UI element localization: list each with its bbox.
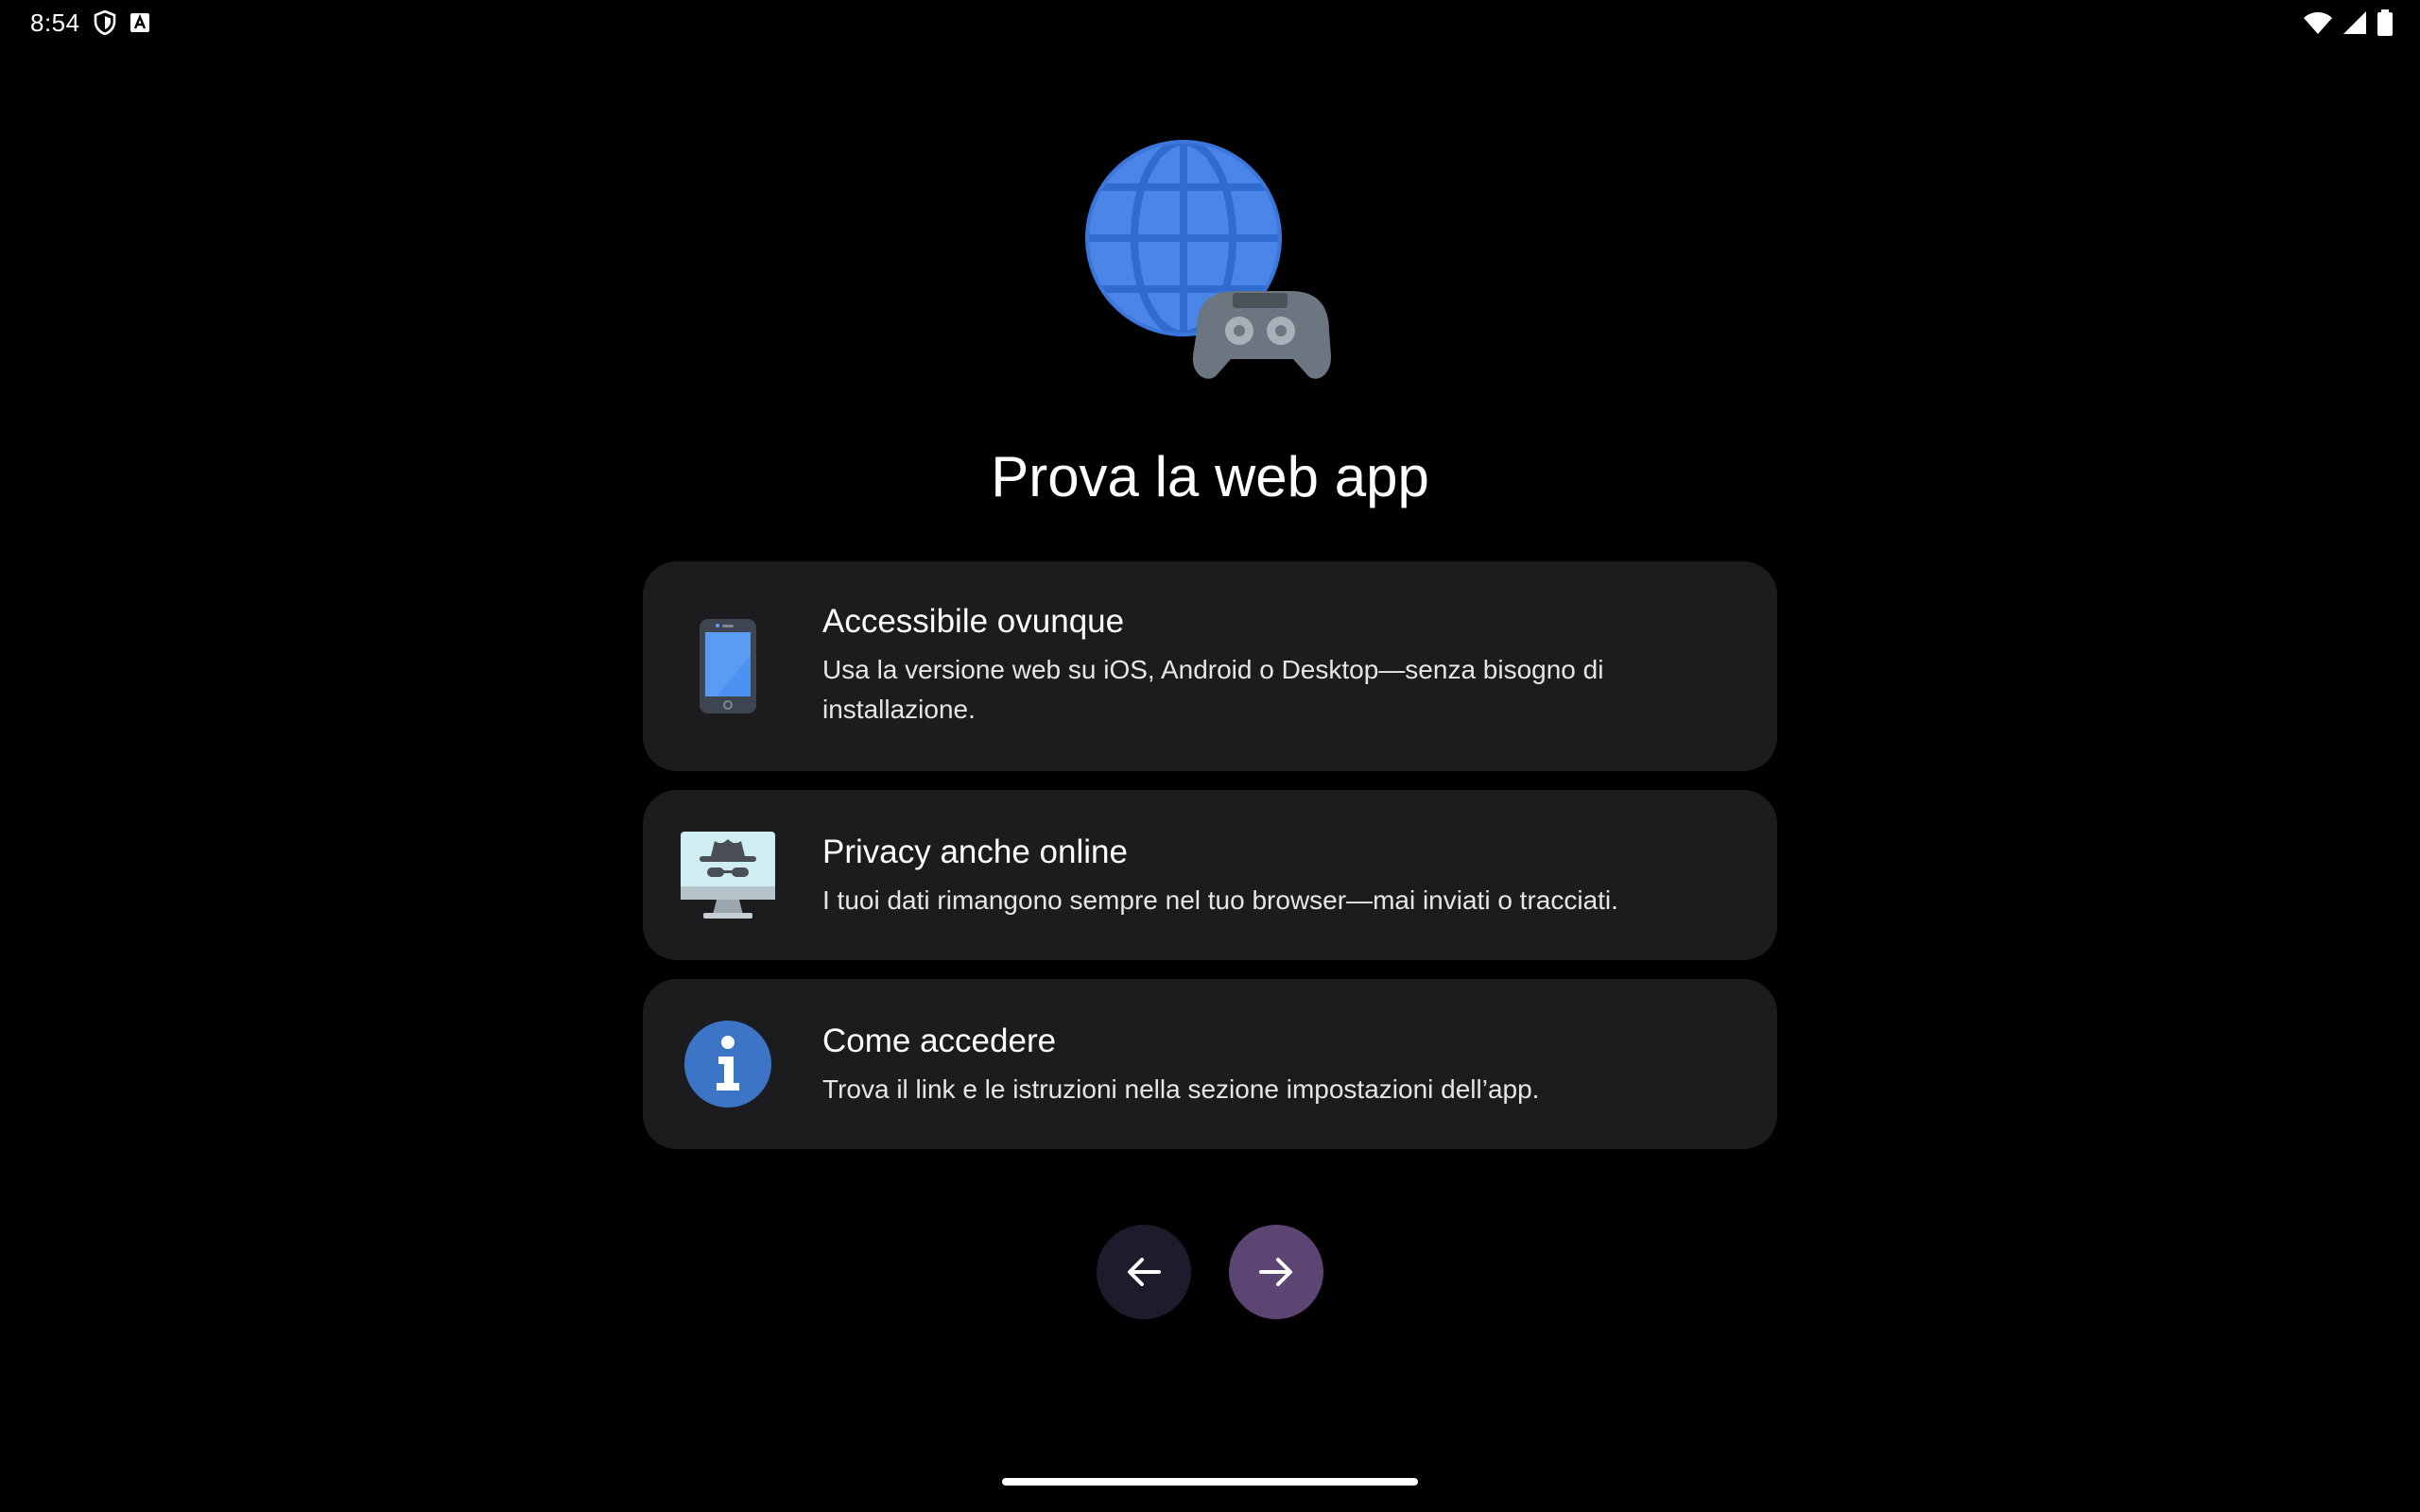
status-bar: 8:54 (0, 0, 2420, 45)
wifi-icon (2303, 10, 2333, 35)
hero-illustration (1078, 132, 1342, 397)
gamepad-icon (1192, 291, 1332, 379)
status-left: 8:54 (30, 6, 150, 40)
card-description: Trova il link e le istruzioni nella sezi… (822, 1074, 1540, 1104)
smartphone-icon (679, 617, 777, 715)
arrow-right-icon (1259, 1258, 1292, 1286)
shield-icon (94, 10, 116, 35)
feature-card-access: Come accedere Trova il link e le istruzi… (643, 979, 1777, 1149)
battery-icon (2377, 9, 2394, 36)
card-title: Come accedere (822, 1022, 1057, 1059)
page-title: Prova la web app (991, 445, 1429, 508)
card-description: Usa la versione web su iOS, Android o De… (822, 655, 1604, 724)
card-title: Privacy anche online (822, 833, 1128, 870)
status-right (2303, 8, 2394, 38)
keyboard-a-icon (130, 12, 150, 33)
next-button[interactable] (1229, 1225, 1323, 1319)
home-indicator[interactable] (1002, 1478, 1418, 1486)
status-time: 8:54 (30, 8, 80, 37)
card-text: Privacy anche online I tuoi dati rimango… (822, 832, 1720, 920)
back-button[interactable] (1097, 1225, 1191, 1319)
screen: 8:54 Prova la web app Accessibile ovunqu… (0, 0, 2420, 1512)
info-icon (679, 1015, 777, 1113)
signal-icon (2342, 10, 2367, 35)
feature-card-accessible: Accessibile ovunque Usa la versione web … (643, 561, 1777, 771)
card-text: Accessibile ovunque Usa la versione web … (822, 601, 1720, 730)
feature-card-privacy: Privacy anche online I tuoi dati rimango… (643, 790, 1777, 960)
globe-icon (1085, 140, 1332, 379)
card-title: Accessibile ovunque (822, 603, 1125, 640)
arrow-left-icon (1128, 1258, 1161, 1286)
card-text: Come accedere Trova il link e le istruzi… (822, 1021, 1720, 1109)
card-description: I tuoi dati rimangono sempre nel tuo bro… (822, 885, 1618, 915)
incognito-monitor-icon (679, 826, 777, 924)
